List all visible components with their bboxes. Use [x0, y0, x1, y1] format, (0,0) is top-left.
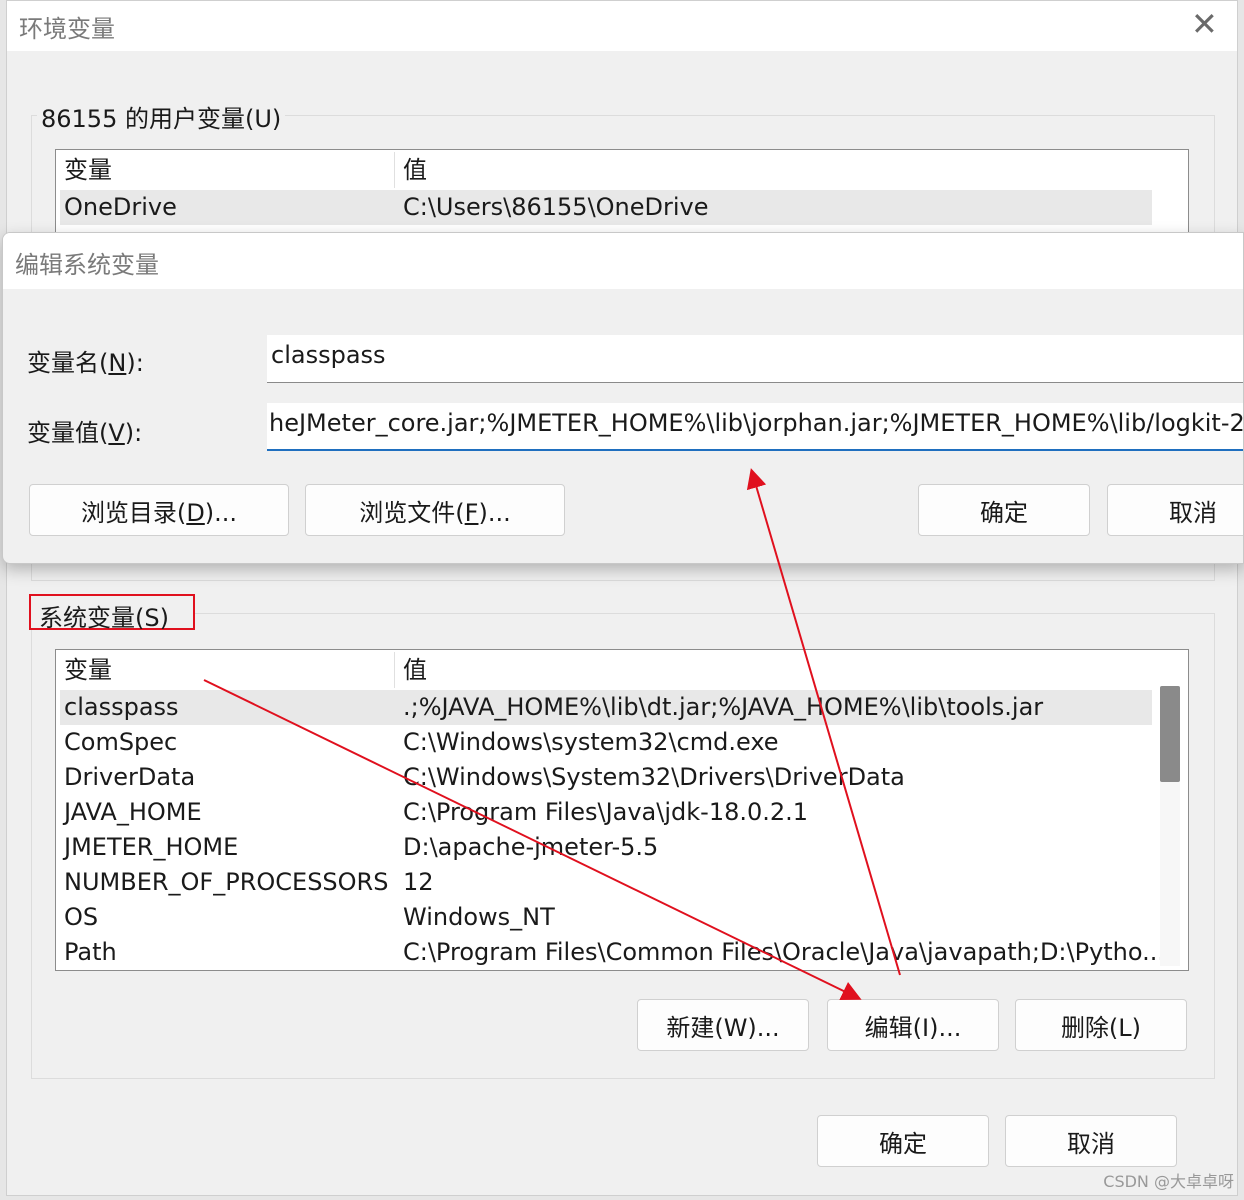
arrow-to-value-field [746, 468, 901, 976]
arrow-to-edit-button [203, 679, 862, 1000]
annotation-arrows [203, 468, 901, 1000]
watermark: CSDN @大卓卓呀 [1103, 1172, 1234, 1191]
